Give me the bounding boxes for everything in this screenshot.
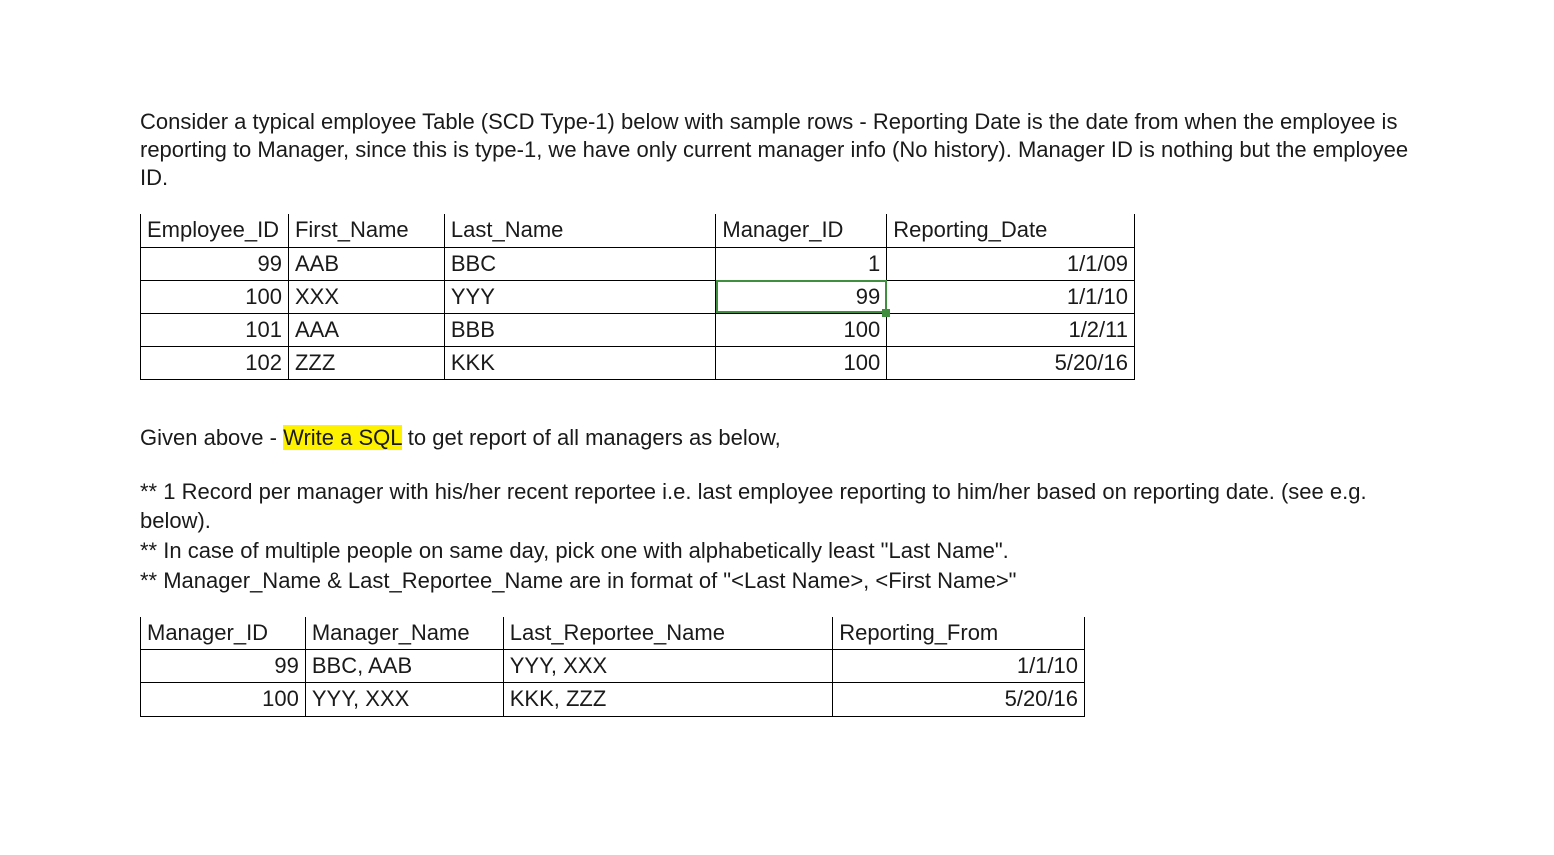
table-row: 100 YYY, XXX KKK, ZZZ 5/20/16 <box>141 683 1085 716</box>
rule-2: ** In case of multiple people on same da… <box>140 537 1414 565</box>
cell-first-name: XXX <box>288 280 444 313</box>
col-employee-id: Employee_ID <box>141 214 289 247</box>
table-row: 101 AAA BBB 100 1/2/11 <box>141 313 1135 346</box>
cell-reportee-name: KKK, ZZZ <box>503 683 833 716</box>
cell-first-name: AAA <box>288 313 444 346</box>
col-reporting-date: Reporting_Date <box>887 214 1135 247</box>
cell-reportee-name: YYY, XXX <box>503 650 833 683</box>
cell-employee-id: 100 <box>141 280 289 313</box>
manager-table: Manager_ID Manager_Name Last_Reportee_Na… <box>140 617 1085 716</box>
cell-reporting-date: 1/1/09 <box>887 247 1135 280</box>
cell-employee-id: 101 <box>141 313 289 346</box>
cell-mgr-name: BBC, AAB <box>305 650 503 683</box>
employee-table-header-row: Employee_ID First_Name Last_Name Manager… <box>141 214 1135 247</box>
rule-1: ** 1 Record per manager with his/her rec… <box>140 478 1414 534</box>
col-first-name: First_Name <box>288 214 444 247</box>
col-mgr-id: Manager_ID <box>141 617 306 650</box>
cell-mgr-id: 100 <box>141 683 306 716</box>
selected-cell[interactable]: 99 <box>716 280 887 313</box>
col-mgr-name: Manager_Name <box>305 617 503 650</box>
cell-first-name: ZZZ <box>288 347 444 380</box>
cell-reporting-from: 1/1/10 <box>833 650 1085 683</box>
intro-paragraph: Consider a typical employee Table (SCD T… <box>140 108 1414 192</box>
employee-table: Employee_ID First_Name Last_Name Manager… <box>140 214 1135 380</box>
task-suffix: to get report of all managers as below, <box>402 425 781 450</box>
task-prefix: Given above - <box>140 425 283 450</box>
cell-last-name: BBB <box>444 313 716 346</box>
cell-mgr-id: 99 <box>141 650 306 683</box>
table-row: 99 BBC, AAB YYY, XXX 1/1/10 <box>141 650 1085 683</box>
task-paragraph: Given above - Write a SQL to get report … <box>140 424 1414 452</box>
cell-mgr-name: YYY, XXX <box>305 683 503 716</box>
table-row: 99 AAB BBC 1 1/1/09 <box>141 247 1135 280</box>
task-highlight: Write a SQL <box>283 425 402 450</box>
col-last-name: Last_Name <box>444 214 716 247</box>
cell-first-name: AAB <box>288 247 444 280</box>
cell-reporting-from: 5/20/16 <box>833 683 1085 716</box>
cell-manager-id: 1 <box>716 247 887 280</box>
cell-reporting-date: 1/2/11 <box>887 313 1135 346</box>
manager-table-header-row: Manager_ID Manager_Name Last_Reportee_Na… <box>141 617 1085 650</box>
rule-3: ** Manager_Name & Last_Reportee_Name are… <box>140 567 1414 595</box>
cell-last-name: KKK <box>444 347 716 380</box>
col-reportee-name: Last_Reportee_Name <box>503 617 833 650</box>
cell-reporting-date: 5/20/16 <box>887 347 1135 380</box>
cell-last-name: BBC <box>444 247 716 280</box>
col-reporting-from: Reporting_From <box>833 617 1085 650</box>
cell-employee-id: 99 <box>141 247 289 280</box>
cell-last-name: YYY <box>444 280 716 313</box>
cell-manager-id: 100 <box>716 313 887 346</box>
table-row: 100 XXX YYY 99 1/1/10 <box>141 280 1135 313</box>
table-row: 102 ZZZ KKK 100 5/20/16 <box>141 347 1135 380</box>
col-manager-id: Manager_ID <box>716 214 887 247</box>
cell-reporting-date: 1/1/10 <box>887 280 1135 313</box>
document-page: Consider a typical employee Table (SCD T… <box>0 0 1554 855</box>
cell-manager-id: 100 <box>716 347 887 380</box>
rules-block: ** 1 Record per manager with his/her rec… <box>140 478 1414 595</box>
cell-employee-id: 102 <box>141 347 289 380</box>
